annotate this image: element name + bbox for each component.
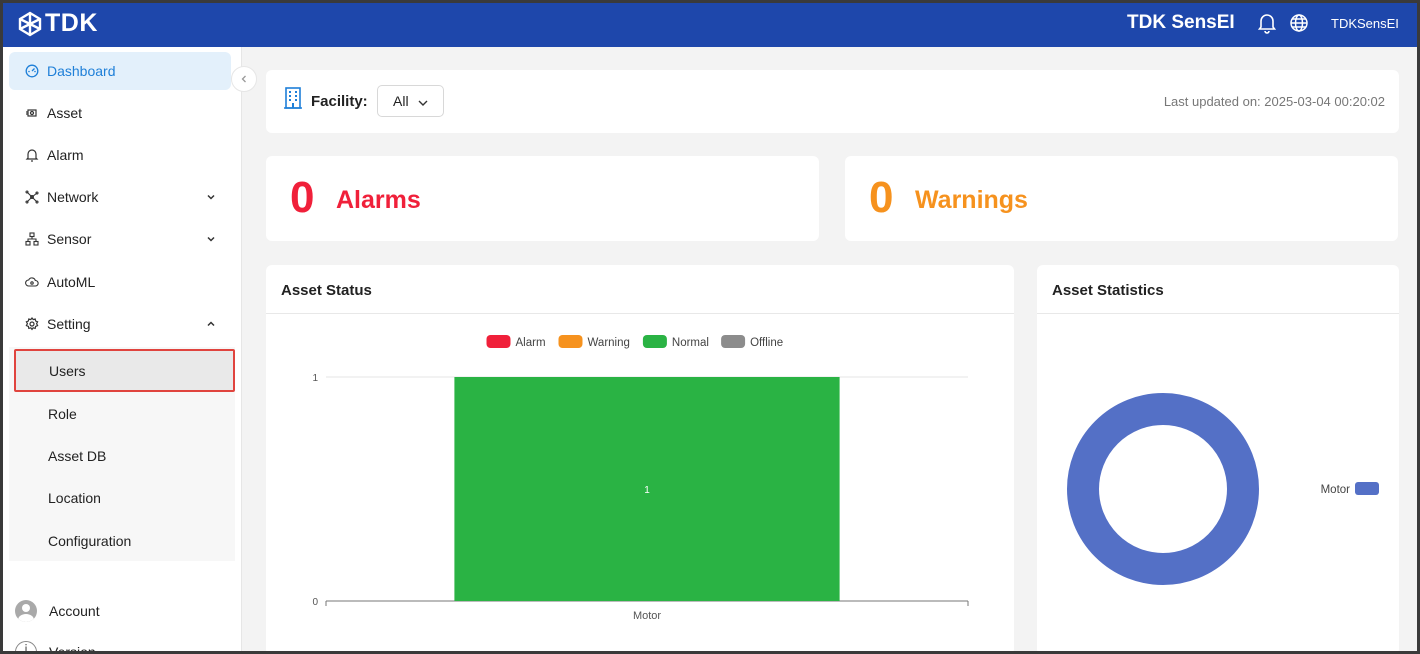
sidebar-item-asset[interactable]: Asset [9,94,231,132]
top-bar: TDK TDK SensEI TDKSensEI [3,3,1417,47]
alarms-label: Alarms [336,186,421,214]
sidebar-item-label: Sensor [47,231,92,247]
sidebar-item-label: AutoML [47,274,96,290]
language-globe-icon[interactable] [1288,12,1310,39]
network-icon [25,190,39,204]
sidebar-subitem-role[interactable]: Role [15,394,235,434]
chevron-down-icon [205,190,217,206]
logo-text: TDK [45,9,98,37]
sidebar-item-sensor[interactable]: Sensor [9,220,231,258]
building-icon [283,86,303,115]
asset-status-title: Asset Status [281,282,372,299]
chevron-down-icon [205,232,217,248]
tdk-emblem-icon [18,11,42,36]
chevron-left-icon [241,75,246,83]
legend-item-alarm[interactable]: Alarm [486,335,546,349]
legend-swatch [642,335,667,348]
sidebar-subitem-label: Configuration [48,533,132,549]
sidebar-item-label: Alarm [47,147,84,163]
notification-bell-icon[interactable] [1257,12,1277,39]
sidebar-item-label: Asset [47,105,83,121]
asset-statistics-chart: Motor [1067,393,1379,585]
sidebar-item-network[interactable]: Network [9,178,231,216]
sidebar-subitem-location[interactable]: Location [15,478,235,518]
legend-label: Offline [750,337,783,349]
y-tick-label: 0 [312,597,318,608]
bell-icon [25,148,39,162]
tdk-logo[interactable]: TDK [17,9,98,38]
facility-label: Facility: [311,93,368,110]
sidebar-subitem-configuration[interactable]: Configuration [15,521,235,561]
bar-data-label: 1 [644,485,650,496]
alarms-count: 0 [290,173,315,222]
legend-item-motor[interactable]: Motor [1321,482,1379,496]
user-menu[interactable]: TDKSensEI [1331,16,1399,31]
dashboard-icon [25,64,39,78]
legend-item-normal[interactable]: Normal [642,335,709,349]
legend-swatch [486,335,511,348]
sidebar-item-dashboard[interactable]: Dashboard [9,52,231,90]
asset-icon [25,106,39,120]
warnings-summary-card[interactable]: 0 Warnings [845,156,1398,241]
asset-status-chart: Alarm Warning Normal Offline 0 1 1 Motor [312,335,969,622]
product-name: TDK SensEI [1127,12,1235,33]
legend-label: Normal [672,337,709,349]
sidebar-subitem-asset-db[interactable]: Asset DB [15,436,235,476]
chevron-up-icon [205,317,217,333]
legend-label: Alarm [516,337,546,349]
version-label: Version [49,644,96,654]
sidebar: Dashboard Asset Alarm Network Sensor Aut… [3,47,242,654]
donut-slice-motor[interactable] [1067,393,1259,585]
version-item[interactable]: i Version [15,641,96,654]
automl-icon [25,275,39,289]
last-updated-text: Last updated on: 2025-03-04 00:20:02 [1163,94,1385,109]
info-icon: i [15,641,37,651]
warnings-label: Warnings [915,186,1028,214]
sidebar-subitem-label: Asset DB [48,448,107,464]
legend-item-offline[interactable]: Offline [721,335,783,349]
sidebar-item-label: Setting [47,316,91,332]
legend-swatch [721,335,746,348]
facility-select[interactable]: All [377,85,444,117]
asset-statistics-card: Asset Statistics Motor [1037,265,1399,651]
account-label: Account [49,603,100,619]
sidebar-item-alarm[interactable]: Alarm [9,136,231,174]
sidebar-subitem-label: Location [48,490,101,506]
chevron-down-icon [417,96,429,112]
sidebar-item-label: Dashboard [47,63,116,79]
legend-item-warning[interactable]: Warning [558,335,630,349]
sidebar-item-label: Network [47,189,99,205]
filter-bar: Facility: All Last updated on: 2025-03-0… [266,70,1399,133]
legend-swatch [558,335,583,348]
alarms-summary-card[interactable]: 0 Alarms [266,156,819,241]
asset-statistics-title: Asset Statistics [1052,282,1164,299]
sidebar-item-automl[interactable]: AutoML [9,263,231,301]
legend-label: Motor [1321,484,1351,496]
asset-status-card: Asset Status Alarm Warning Normal Offline 0 1… [266,265,1014,651]
legend-label: Warning [588,337,630,349]
x-tick-label: Motor [633,610,661,622]
sidebar-subitem-label: Users [49,362,86,379]
sidebar-item-setting[interactable]: Setting [9,305,231,343]
avatar-icon [15,600,37,622]
divider [266,313,1014,314]
facility-select-value: All [393,93,409,109]
legend-swatch [1355,482,1379,495]
sidebar-subitem-label: Role [48,406,77,422]
y-tick-label: 1 [312,373,318,384]
sensor-icon [25,232,39,246]
sidebar-collapse-button[interactable] [231,66,257,92]
gear-icon [25,317,39,331]
sidebar-subitem-users[interactable]: Users [14,349,235,392]
warnings-count: 0 [869,173,894,222]
divider [1037,313,1399,314]
account-menu[interactable]: Account [15,600,100,622]
app-window: TDK TDK SensEI TDKSensEI Dashboard Asset… [0,0,1420,654]
